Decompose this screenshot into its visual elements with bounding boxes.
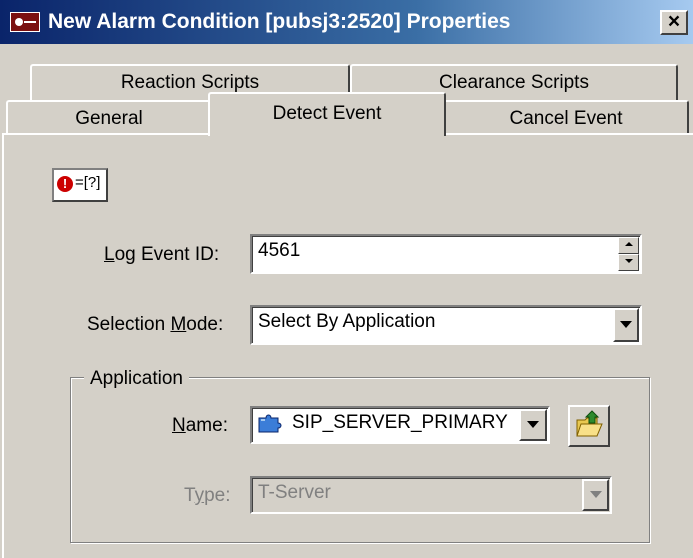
application-name-label: Name: [172,415,228,436]
alarm-window-icon [10,12,40,32]
folder-open-icon [576,410,603,437]
log-event-id-input[interactable]: 4561 [250,234,642,274]
application-name-dropdown-button[interactable] [519,409,547,441]
tab-detect-event[interactable]: Detect Event [208,92,446,136]
log-event-icon[interactable]: ! =[?] [52,168,108,202]
selection-mode-select[interactable]: Select By Application [250,305,642,345]
application-group-title: Application [84,367,189,391]
log-event-id-spin-up[interactable] [618,237,639,254]
selection-mode-label: Selection Mode: [87,314,224,335]
application-group [70,377,650,543]
application-type-dropdown-button [582,479,609,511]
puzzle-piece-icon [258,414,282,433]
window-title: New Alarm Condition [pubsj3:2520] Proper… [48,10,511,33]
application-type-label: Type: [184,485,231,506]
tab-general[interactable]: General [6,100,212,136]
browse-application-button[interactable] [568,405,610,447]
application-name-select[interactable]: SIP_SERVER_PRIMARY [250,406,550,444]
log-event-id-label: Log Event ID: [104,244,220,265]
title-bar[interactable]: New Alarm Condition [pubsj3:2520] Proper… [0,0,693,44]
application-type-select: T-Server [250,476,612,514]
log-event-id-spin-down[interactable] [618,254,639,271]
close-button[interactable]: × [660,10,688,35]
tab-cancel-event[interactable]: Cancel Event [443,100,689,136]
selection-mode-dropdown-button[interactable] [613,308,639,342]
selected-tab-joiner [210,133,442,137]
